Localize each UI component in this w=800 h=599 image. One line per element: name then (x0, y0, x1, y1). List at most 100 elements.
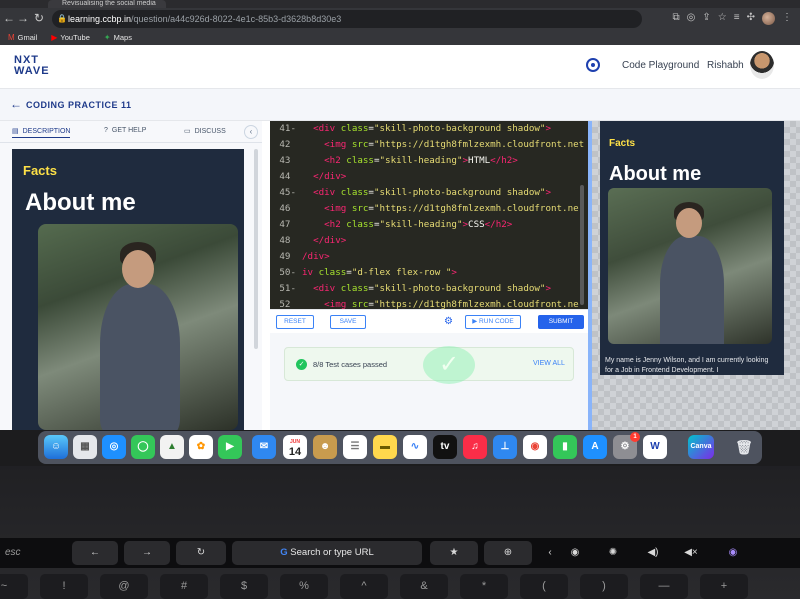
save-button[interactable]: SAVE (330, 315, 366, 329)
safari-icon[interactable]: ◎ (102, 435, 126, 459)
reset-button[interactable]: RESET (276, 315, 314, 329)
freeform-icon[interactable]: ∿ (403, 435, 427, 459)
bookmark-label: Maps (113, 33, 132, 42)
trash-icon[interactable]: 🗑 (732, 435, 756, 459)
tb-bookmark-icon[interactable]: ★ (430, 541, 478, 565)
tb-back-icon[interactable]: ← (72, 541, 118, 565)
code-line[interactable]: 52 <img src="https://d1tgh8fmlzexmh.clou… (270, 297, 588, 309)
tb-volume-icon[interactable]: ◀) (640, 541, 666, 565)
tb-search-field[interactable]: G Search or type URL (232, 541, 422, 565)
tb-new-tab-icon[interactable]: ⊕ (484, 541, 532, 565)
streak-icon[interactable] (586, 58, 600, 72)
code-line[interactable]: 43 <h2 class="skill-heading">HTML</h2> (270, 153, 588, 169)
keyboard-key[interactable]: ^ (340, 574, 388, 599)
reload-icon[interactable]: ↻ (32, 11, 46, 25)
app-store-icon[interactable]: A (583, 435, 607, 459)
list-icon[interactable]: ≡ (734, 12, 740, 25)
address-row: ← → ↻ 🔒 learning.ccbp.in/question/a44c92… (0, 8, 800, 30)
settings-icon[interactable]: ⚙ 1 (613, 432, 640, 459)
gear-icon[interactable]: ⚙ (444, 316, 453, 327)
tb-siri-orb-icon[interactable]: ◉ (720, 541, 746, 565)
esc-key[interactable]: esc (0, 540, 38, 566)
left-scrollbar[interactable] (254, 149, 258, 349)
numbers-icon[interactable]: ▮ (553, 435, 577, 459)
music-icon[interactable]: ♫ (463, 435, 487, 459)
code-text: <img src="https://d1tgh8fmlzexmh.cloudfr… (324, 139, 585, 150)
tab-description[interactable]: ▤ DESCRIPTION (12, 127, 71, 138)
profile-avatar-icon[interactable] (762, 12, 775, 25)
document-icon: ▤ (12, 128, 19, 135)
keyboard-key[interactable]: & (400, 574, 448, 599)
keyboard-key[interactable]: * (460, 574, 508, 599)
chrome-icon[interactable]: ◉ (523, 435, 547, 459)
more-icon[interactable]: ⋮ (782, 12, 792, 25)
calendar-icon[interactable]: JUN 14 (283, 435, 307, 459)
back-arrow-icon[interactable]: ← (10, 97, 22, 111)
code-line[interactable]: 51- <div class="skill-photo-background s… (270, 281, 588, 297)
code-line[interactable]: 46 <img src="https://d1tgh8fmlzexmh.clou… (270, 201, 588, 217)
bookmark-youtube[interactable]: ▶ YouTube (51, 33, 90, 42)
keyboard-key[interactable]: ~ (0, 574, 28, 599)
back-icon[interactable]: ← (2, 11, 16, 25)
view-all-link[interactable]: VIEW ALL (533, 360, 565, 367)
eye-off-icon[interactable]: ◎ (687, 12, 696, 25)
browser-tab[interactable]: Revisualising the social media (48, 0, 166, 8)
notes-icon[interactable]: ▬ (373, 435, 397, 459)
star-icon[interactable]: ☆ (718, 12, 727, 25)
url-bar[interactable]: 🔒 learning.ccbp.in/question/a44c926d-802… (52, 10, 642, 28)
forward-icon[interactable]: → (16, 11, 30, 25)
canva-icon[interactable]: Canva (688, 435, 714, 459)
word-icon[interactable]: W (643, 435, 667, 459)
screenshot-icon[interactable]: ⧉ (673, 12, 680, 25)
keyboard-key[interactable]: % (280, 574, 328, 599)
code-editor[interactable]: 41- <div class="skill-photo-background s… (270, 121, 588, 309)
code-line[interactable]: 50- iv class="d-flex flex-row "> (270, 265, 588, 281)
launchpad-icon[interactable]: ▦ (73, 435, 97, 459)
tb-collapse-icon[interactable]: ‹ (540, 541, 560, 565)
code-playground-link[interactable]: Code Playground (622, 60, 699, 71)
keyboard-key[interactable]: ) (580, 574, 628, 599)
maps-app-icon[interactable]: ▲ (160, 435, 184, 459)
code-line[interactable]: 44 </div> (270, 169, 588, 185)
collapse-icon[interactable]: ‹ (244, 125, 258, 139)
tb-forward-icon[interactable]: → (124, 541, 170, 565)
code-line[interactable]: 49 /div> (270, 249, 588, 265)
code-line[interactable]: 42 <img src="https://d1tgh8fmlzexmh.clou… (270, 137, 588, 153)
keyboard-key[interactable]: $ (220, 574, 268, 599)
tb-reload-icon[interactable]: ↻ (176, 541, 226, 565)
keyboard-key[interactable]: ( (520, 574, 568, 599)
code-line[interactable]: 45- <div class="skill-photo-background s… (270, 185, 588, 201)
messages-icon[interactable]: ◯ (131, 435, 155, 459)
avatar[interactable] (750, 51, 774, 79)
keyboard-key[interactable]: + (700, 574, 748, 599)
reminders-icon[interactable]: ☰ (343, 435, 367, 459)
puzzle-icon[interactable]: ✣ (747, 12, 755, 25)
apple-tv-icon[interactable]: tv (433, 435, 457, 459)
bookmark-maps[interactable]: ✦ Maps (104, 33, 132, 42)
photos-icon[interactable]: ✿ (189, 435, 213, 459)
facetime-icon[interactable]: ▶ (218, 435, 242, 459)
contacts-icon[interactable]: ☻ (313, 435, 337, 459)
run-code-button[interactable]: ▶ RUN CODE (465, 315, 521, 329)
keyboard-key[interactable]: # (160, 574, 208, 599)
keyboard-key[interactable]: @ (100, 574, 148, 599)
tab-get-help[interactable]: ? GET HELP (104, 127, 146, 134)
tab-discuss[interactable]: ▭ DISCUSS (184, 127, 226, 136)
tb-siri-icon[interactable]: ◉ (562, 541, 588, 565)
keyboard-key[interactable]: ! (40, 574, 88, 599)
keyboard-key[interactable]: — (640, 574, 688, 599)
bookmark-gmail[interactable]: M Gmail (8, 33, 37, 42)
code-line[interactable]: 41- <div class="skill-photo-background s… (270, 121, 588, 137)
code-line[interactable]: 47 <h2 class="skill-heading">CSS</h2> (270, 217, 588, 233)
tb-mute-icon[interactable]: ◀× (678, 541, 704, 565)
nxtwave-logo[interactable]: NXT WAVE (14, 55, 50, 77)
share-icon[interactable]: ⇪ (702, 12, 710, 25)
code-line[interactable]: 48 </div> (270, 233, 588, 249)
keynote-icon[interactable]: ⊥ (493, 435, 517, 459)
tab-label: GET HELP (111, 127, 147, 134)
tb-brightness-icon[interactable]: ✺ (600, 541, 626, 565)
mail-icon[interactable]: ✉ (252, 435, 276, 459)
username[interactable]: Rishabh (707, 60, 744, 71)
finder-icon[interactable]: ☺ (44, 435, 68, 459)
submit-button[interactable]: SUBMIT (538, 315, 584, 329)
